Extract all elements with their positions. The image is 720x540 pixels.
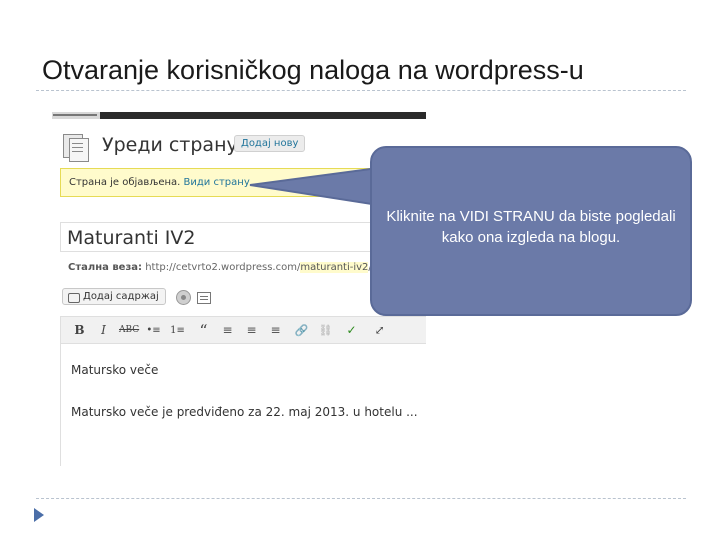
callout-bubble: Kliknite na VIDI STRANU da biste pogleda… <box>370 146 692 316</box>
bottom-divider <box>36 498 686 499</box>
bullet-arrow-icon <box>34 508 44 522</box>
callout-text: Kliknite na VIDI STRANU da biste pogleda… <box>386 208 676 246</box>
